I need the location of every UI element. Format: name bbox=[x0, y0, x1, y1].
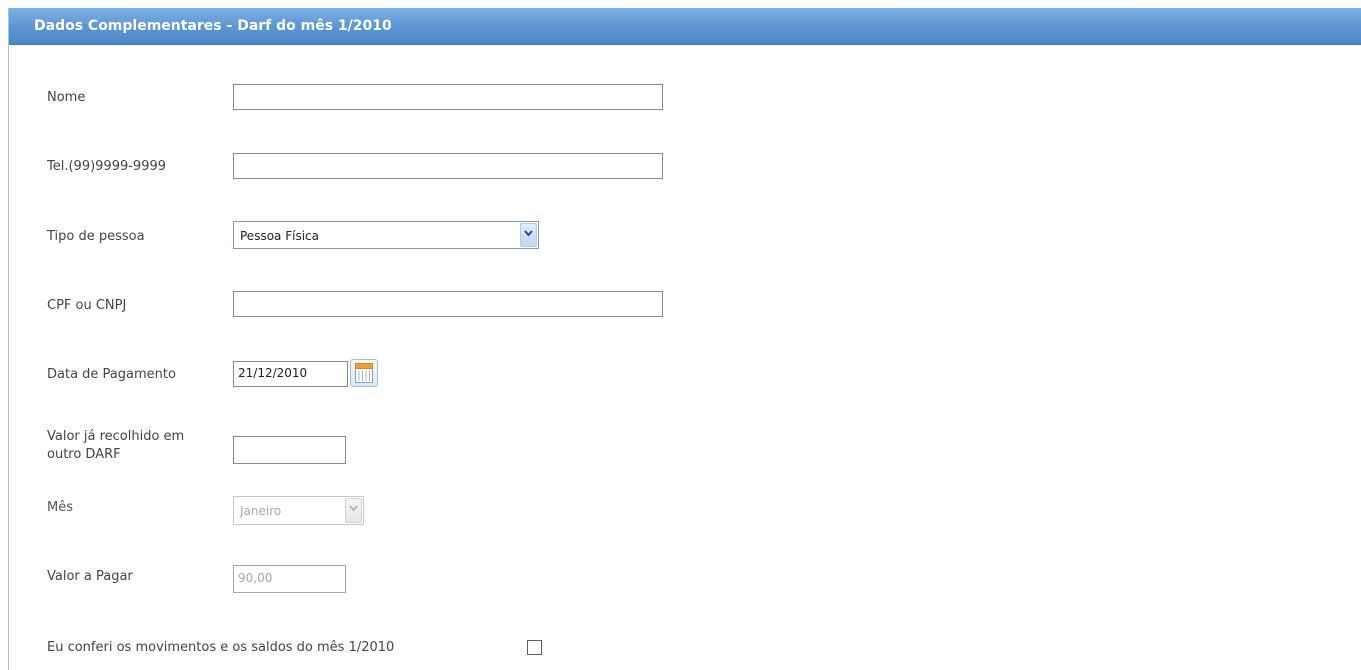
valor-recolhido-input[interactable] bbox=[233, 436, 346, 464]
data-pagamento-label: Data de Pagamento bbox=[47, 367, 176, 382]
mes-selected-value: Janeiro bbox=[240, 504, 282, 518]
data-pagamento-input[interactable]: 21/12/2010 bbox=[233, 361, 348, 387]
valor-pagar-input: 90,00 bbox=[233, 565, 346, 593]
nome-label: Nome bbox=[47, 90, 86, 105]
confirmacao-checkbox[interactable] bbox=[527, 640, 542, 655]
darf-panel: Dados Complementares - Darf do mês 1/201… bbox=[8, 8, 1361, 670]
mes-select: Janeiro bbox=[233, 496, 364, 525]
panel-title: Dados Complementares - Darf do mês 1/201… bbox=[34, 18, 392, 34]
panel-header: Dados Complementares - Darf do mês 1/201… bbox=[9, 8, 1361, 45]
valor-recolhido-label-line1: Valor já recolhido em bbox=[47, 429, 185, 444]
cpf-cnpj-label: CPF ou CNPJ bbox=[47, 298, 127, 313]
mes-label: Mês bbox=[47, 500, 73, 515]
calendar-icon bbox=[355, 363, 373, 383]
mes-dropdown-button bbox=[345, 498, 362, 523]
cpf-cnpj-input[interactable] bbox=[233, 291, 663, 317]
tipo-pessoa-selected-value: Pessoa Física bbox=[240, 229, 319, 243]
valor-recolhido-label-line2: outro DARF bbox=[47, 447, 121, 462]
telefone-input[interactable] bbox=[233, 153, 663, 179]
valor-pagar-label: Valor a Pagar bbox=[47, 569, 133, 584]
chevron-down-icon bbox=[524, 230, 533, 237]
chevron-down-icon bbox=[349, 505, 358, 512]
valor-recolhido-label: Valor já recolhido em outro DARF bbox=[47, 428, 237, 464]
tipo-pessoa-dropdown-button[interactable] bbox=[520, 223, 537, 247]
telefone-label: Tel.(99)9999-9999 bbox=[47, 159, 167, 174]
calendar-button[interactable] bbox=[350, 359, 378, 387]
tipo-pessoa-label: Tipo de pessoa bbox=[47, 229, 145, 244]
nome-input[interactable] bbox=[233, 84, 663, 110]
confirmacao-label: Eu conferi os movimentos e os saldos do … bbox=[47, 640, 395, 655]
tipo-pessoa-select[interactable]: Pessoa Física bbox=[233, 221, 539, 249]
